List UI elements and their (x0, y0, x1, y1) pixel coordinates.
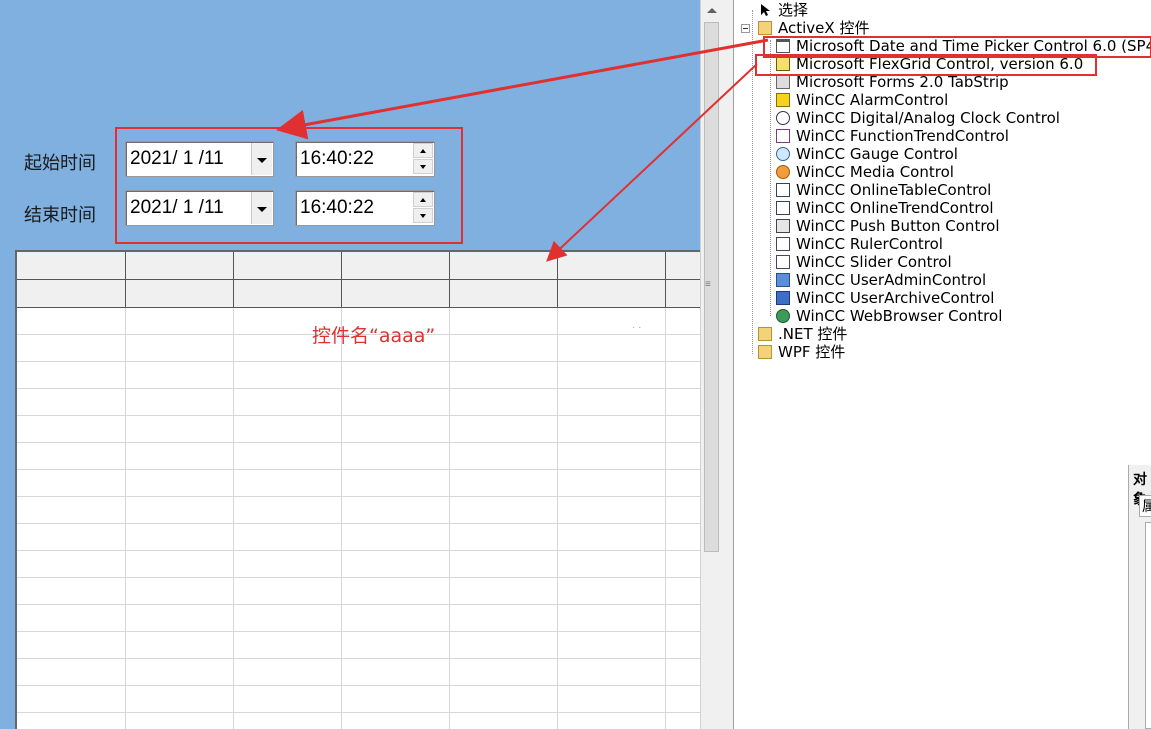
annotation-overlay (276, 36, 1151, 262)
arrow-to-pickers (276, 38, 769, 140)
arrow-to-grid (546, 63, 758, 262)
